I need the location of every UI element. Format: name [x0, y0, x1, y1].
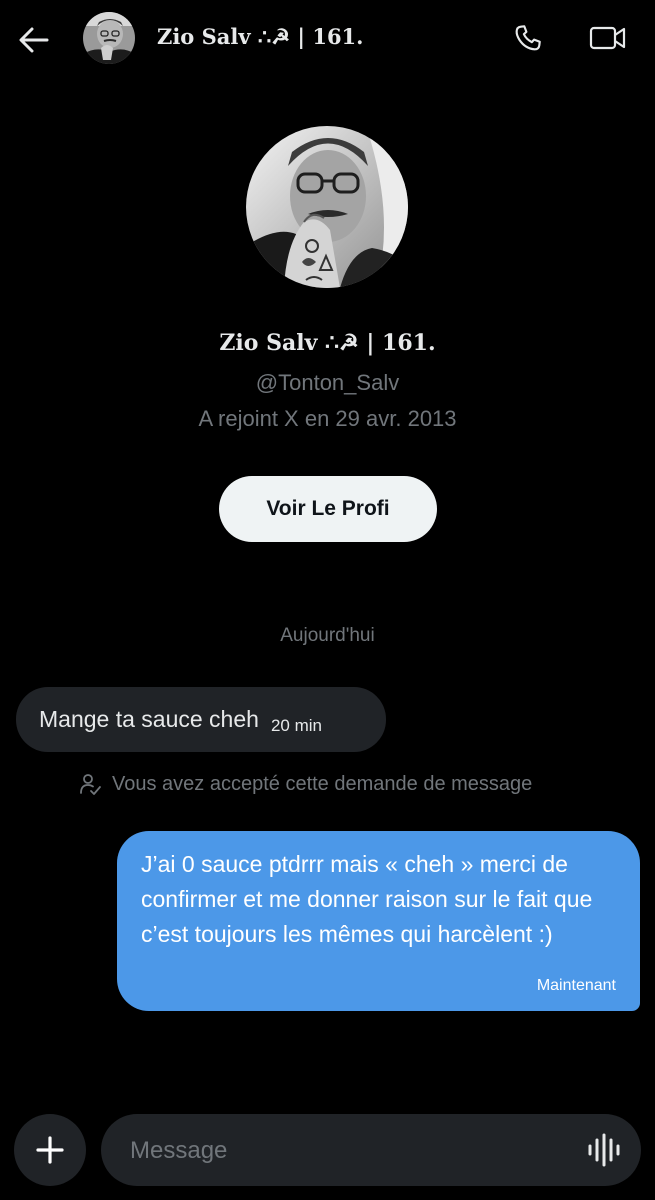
- message-timestamp: Maintenant: [536, 977, 616, 994]
- add-attachment-button[interactable]: [14, 1114, 86, 1186]
- request-accepted-notice: Vous avez accepté cette demande de messa…: [78, 772, 532, 796]
- phone-icon: [515, 25, 541, 51]
- view-profile-button[interactable]: Voir Le Profi: [219, 476, 437, 542]
- outgoing-message-bubble[interactable]: J’ai 0 sauce ptdrrr mais « cheh » merci …: [117, 831, 640, 1011]
- video-camera-icon: [589, 26, 626, 50]
- message-text: J’ai 0 sauce ptdrrr mais « cheh » merci …: [141, 851, 593, 947]
- profile-join-date: A rejoint X en 29 avr. 2013: [198, 406, 457, 431]
- plus-icon: [36, 1136, 64, 1164]
- back-button[interactable]: [14, 20, 54, 60]
- video-call-button[interactable]: [584, 18, 632, 58]
- conversation-header: Zio Salv ∴☭ | 161.: [0, 0, 655, 80]
- incoming-message-bubble[interactable]: Mange ta sauce cheh 20 min: [16, 687, 386, 752]
- arrow-left-icon: [19, 27, 49, 53]
- request-accepted-text: Vous avez accepté cette demande de messa…: [112, 772, 533, 795]
- message-timestamp: 20 min: [270, 715, 322, 735]
- voice-waveform-icon: [588, 1133, 620, 1167]
- header-avatar[interactable]: [83, 12, 135, 64]
- message-text: Mange ta sauce cheh: [39, 706, 259, 732]
- message-input[interactable]: [128, 1114, 562, 1188]
- date-separator: Aujourd'hui: [280, 625, 375, 646]
- header-contact-name[interactable]: Zio Salv ∴☭ | 161.: [157, 24, 363, 49]
- voice-message-button[interactable]: [587, 1132, 621, 1168]
- user-check-icon: [78, 772, 102, 796]
- profile-display-name: Zio Salv ∴☭ | 161.: [219, 330, 436, 356]
- message-composer: [101, 1114, 641, 1188]
- call-button[interactable]: [506, 18, 550, 58]
- profile-handle: @Tonton_Salv: [255, 370, 400, 395]
- profile-avatar[interactable]: [246, 126, 408, 288]
